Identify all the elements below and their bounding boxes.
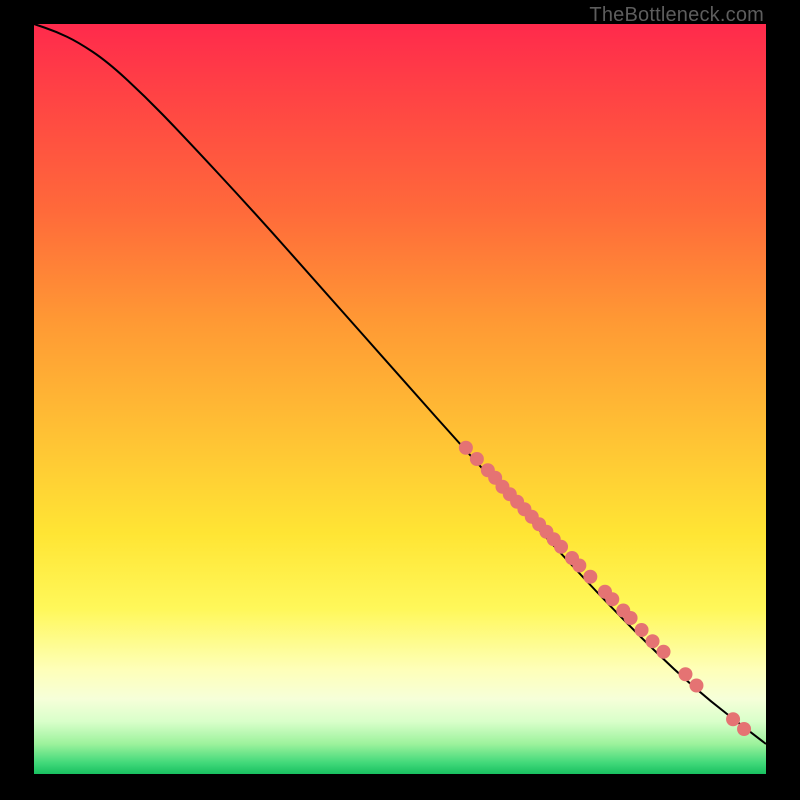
data-point [583, 570, 597, 584]
data-point [554, 540, 568, 554]
data-point [624, 611, 638, 625]
chart-stage: TheBottleneck.com [0, 0, 800, 800]
data-point [572, 559, 586, 573]
data-point [689, 679, 703, 693]
highlighted-markers [459, 441, 751, 736]
data-point [657, 645, 671, 659]
data-point [678, 667, 692, 681]
data-point [646, 634, 660, 648]
curve-layer [34, 24, 766, 774]
data-point [635, 623, 649, 637]
data-point [605, 592, 619, 606]
data-point [470, 452, 484, 466]
data-point [726, 712, 740, 726]
data-point [737, 722, 751, 736]
data-point [459, 441, 473, 455]
plot-area [34, 24, 766, 774]
